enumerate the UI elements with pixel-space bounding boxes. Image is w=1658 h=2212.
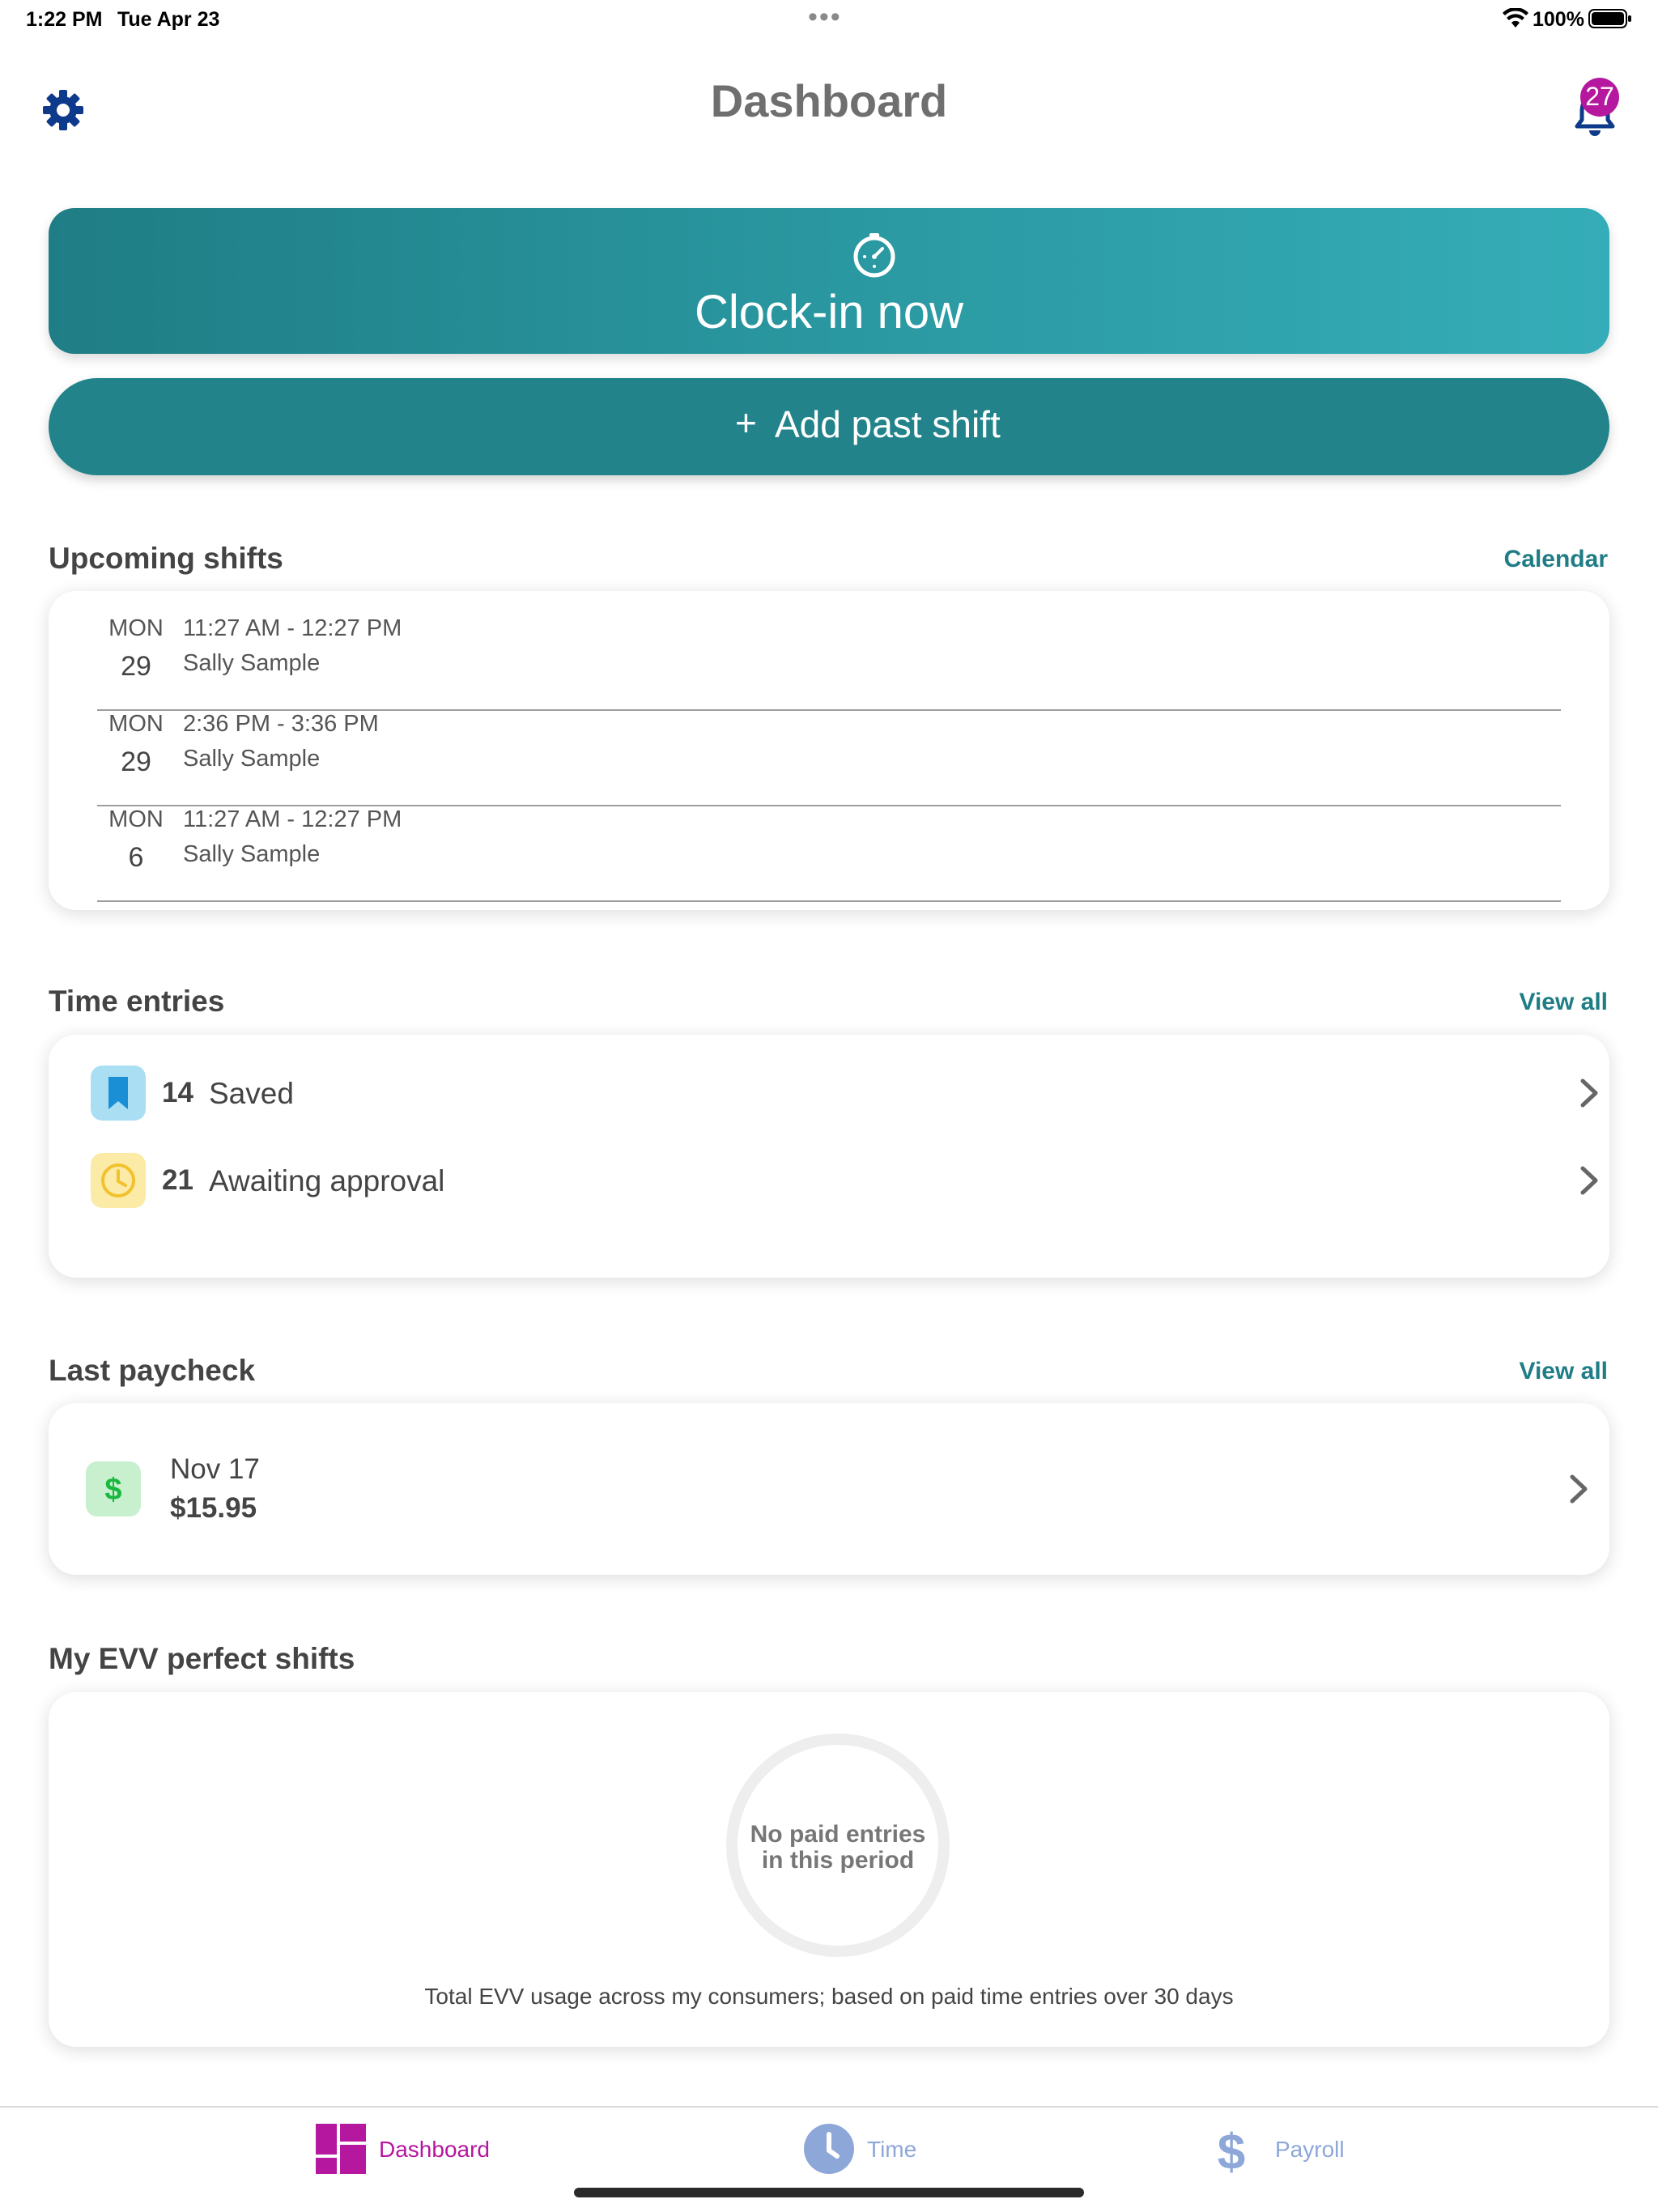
status-bar: 1:22 PM Tue Apr 23 ••• 100% [0,0,1658,39]
status-time: 1:22 PM [26,8,103,31]
add-past-shift-button[interactable]: + Add past shift [49,378,1609,475]
time-entries-view-all-link[interactable]: View all [1519,989,1608,1016]
notification-badge: 27 [1580,78,1619,117]
awaiting-label: Awaiting approval [209,1164,445,1197]
clock-icon [804,2124,854,2174]
evv-empty-line1: No paid entries [750,1821,926,1848]
evv-card: No paid entries in this period Total EVV… [49,1692,1609,2047]
last-paycheck-card: $ Nov 17 $15.95 [49,1403,1609,1575]
shift-consumer: Sally Sample [183,746,321,772]
saved-count: 14 [162,1077,193,1108]
last-paycheck-heading: Last paycheck [49,1354,256,1387]
page-title: Dashboard [710,75,948,126]
chevron-right-icon [1570,1474,1588,1504]
tab-payroll-label: Payroll [1275,2137,1345,2162]
shift-weekday: MON [108,806,164,832]
shift-time: 11:27 AM - 12:27 PM [183,806,402,832]
battery-percent: 100% [1533,8,1584,31]
shift-day: 29 [121,651,151,682]
tab-time-label: Time [867,2137,917,2162]
time-entries-card: 14 Saved 21 Awaiting approval [49,1035,1609,1278]
evv-heading: My EVV perfect shifts [49,1642,355,1675]
shift-consumer: Sally Sample [183,841,321,867]
multitasking-dots-icon[interactable]: ••• [808,3,842,31]
time-entries-heading: Time entries [49,985,225,1018]
plus-icon: + [735,402,757,444]
shift-weekday: MON [108,711,164,737]
paycheck-view-all-link[interactable]: View all [1519,1358,1608,1385]
paycheck-date: Nov 17 [170,1453,260,1485]
shift-day: 29 [121,747,151,777]
dashboard-grid-icon [316,2124,366,2174]
paycheck-amount: $15.95 [170,1492,257,1524]
time-entry-awaiting-row[interactable]: 21 Awaiting approval [81,1143,1598,1218]
shift-time: 2:36 PM - 3:36 PM [183,711,379,737]
shift-time: 11:27 AM - 12:27 PM [183,615,402,641]
status-date: Tue Apr 23 [117,8,220,31]
saved-label: Saved [209,1077,294,1110]
wifi-icon [1503,8,1528,28]
clock-icon [91,1153,146,1208]
calendar-link[interactable]: Calendar [1504,546,1608,573]
svg-text:$: $ [104,1473,121,1507]
time-entry-saved-row[interactable]: 14 Saved [81,1056,1598,1130]
clock-in-button[interactable]: Clock-in now [49,208,1609,354]
shift-day: 6 [128,842,144,873]
clock-in-label: Clock-in now [695,286,963,338]
shift-consumer: Sally Sample [183,650,321,676]
evv-note: Total EVV usage across my consumers; bas… [424,1984,1234,2009]
paycheck-row[interactable]: $ Nov 17 $15.95 [49,1403,1609,1573]
bookmark-icon [91,1066,146,1121]
dollar-icon: $ [86,1461,141,1516]
add-past-shift-label: Add past shift [775,403,1001,445]
stopwatch-icon [853,233,895,278]
evv-empty-state: No paid entries in this period [724,1822,952,1874]
battery-icon [1588,9,1631,28]
chevron-right-icon [1580,1166,1598,1195]
tab-dashboard-label: Dashboard [379,2137,490,2162]
upcoming-shifts-heading: Upcoming shifts [49,542,283,575]
shift-row[interactable]: MON 6 11:27 AM - 12:27 PM Sally Sample [97,806,1561,902]
svg-text:$: $ [1218,2125,1245,2174]
home-indicator[interactable] [574,2188,1084,2197]
upcoming-shifts-card: MON 29 11:27 AM - 12:27 PM Sally Sample … [49,591,1609,910]
dollar-icon: $ [1218,2125,1245,2174]
shift-weekday: MON [108,615,164,641]
chevron-right-icon [1580,1078,1598,1108]
evv-empty-line2: in this period [761,1847,915,1874]
awaiting-count: 21 [162,1164,193,1196]
